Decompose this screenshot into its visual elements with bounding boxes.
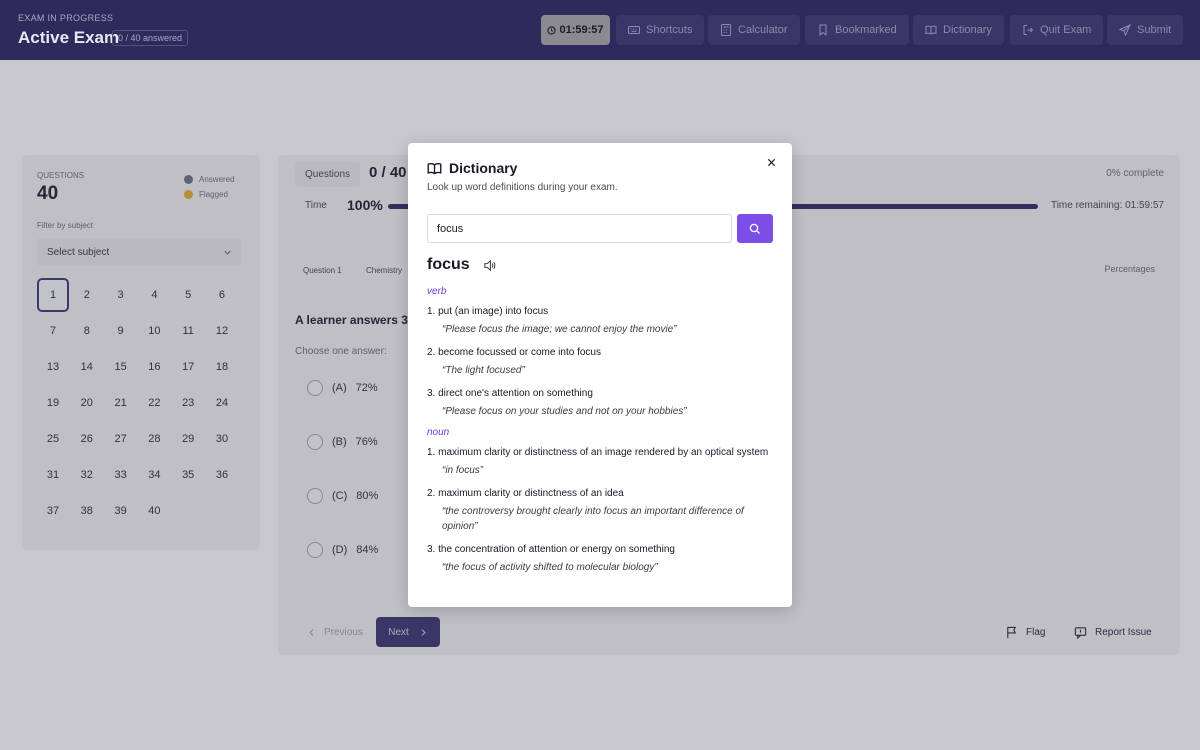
clock-icon (547, 25, 557, 35)
bookmarked-button[interactable]: Bookmarked (805, 15, 909, 45)
definition: 2. maximum clarity or distinctness of an… (427, 488, 624, 499)
keyboard-icon (628, 26, 640, 34)
calculator-label: Calculator (738, 24, 788, 36)
definition: 2. become focussed or come into focus (427, 347, 601, 358)
bookmarked-label: Bookmarked (835, 24, 897, 36)
timer-value: 01:59:57 (559, 24, 604, 36)
definition-example: “in focus” (442, 465, 484, 476)
book-icon (925, 25, 937, 35)
dictionary-modal: Dictionary Look up word definitions duri… (408, 143, 792, 607)
modal-title-text: Dictionary (449, 160, 518, 176)
exam-header: EXAM IN PROGRESS Active Exam 0 / 40 answ… (0, 0, 1200, 60)
modal-subtitle: Look up word definitions during your exa… (427, 182, 618, 193)
close-button[interactable] (764, 155, 778, 169)
dictionary-search-button[interactable] (737, 214, 773, 243)
word-text: focus (427, 256, 470, 273)
submit-label: Submit (1137, 24, 1172, 36)
definition: 1. maximum clarity or distinctness of an… (427, 447, 769, 458)
book-icon (427, 162, 442, 174)
shortcuts-label: Shortcuts (646, 24, 693, 36)
definition: 3. the concentration of attention or ene… (427, 544, 675, 555)
speaker-icon[interactable] (483, 259, 496, 272)
part-of-speech: verb (427, 286, 447, 297)
quit-exam-label: Quit Exam (1040, 24, 1092, 36)
part-of-speech: noun (427, 427, 450, 438)
send-icon (1119, 24, 1131, 36)
dictionary-label: Dictionary (943, 24, 992, 36)
search-icon (749, 223, 760, 234)
definition-example: “the controversy brought clearly into fo… (442, 506, 744, 532)
definition: 1. put (an image) into focus (427, 306, 549, 317)
shortcuts-button[interactable]: Shortcuts (616, 15, 705, 45)
definition: 3. direct one's attention on something (427, 388, 593, 399)
dictionary-button[interactable]: Dictionary (913, 15, 1004, 45)
definition-example: “the focus of activity shifted to molecu… (442, 562, 658, 573)
definition-example: “Please focus the image; we cannot enjoy… (442, 324, 677, 335)
dictionary-word: focus (427, 256, 496, 274)
close-icon (767, 158, 775, 166)
calculator-icon (721, 24, 731, 36)
bookmark-icon (819, 24, 827, 36)
exam-timer: 01:59:57 (541, 15, 610, 45)
dictionary-search-input[interactable] (427, 214, 732, 243)
exit-icon (1023, 25, 1034, 35)
answered-badge: 0 / 40 answered (112, 30, 189, 46)
definitions-list: verb 1. put (an image) into focus “Pleas… (427, 286, 772, 583)
definition-example: “The light focused” (442, 365, 525, 376)
submit-button[interactable]: Submit (1107, 15, 1184, 45)
exam-status-kicker: EXAM IN PROGRESS (18, 13, 114, 23)
modal-title: Dictionary (427, 160, 517, 176)
quit-exam-button[interactable]: Quit Exam (1010, 15, 1104, 45)
definition-example: “Please focus on your studies and not on… (442, 406, 687, 417)
exam-title: Active Exam (18, 28, 120, 47)
calculator-button[interactable]: Calculator (708, 15, 800, 45)
